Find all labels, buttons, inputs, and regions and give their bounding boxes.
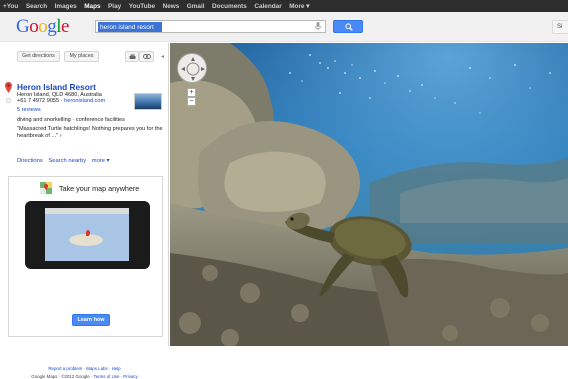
collapse-panel-icon[interactable]: ◂	[161, 53, 164, 60]
radio-circle-icon[interactable]	[6, 98, 11, 103]
google-logo[interactable]: Google	[16, 16, 69, 38]
phone-screen	[45, 208, 129, 261]
topbar-item-you[interactable]: +You	[3, 3, 18, 10]
mobile-promo-box: Take your map anywhere Learn how	[8, 176, 163, 337]
topbar-item-play[interactable]: Play	[108, 3, 121, 10]
search-button[interactable]	[333, 20, 363, 33]
get-directions-button[interactable]: Get directions	[17, 51, 60, 62]
footer-copyright: Google Maps · ©2012 Google · Terms of Us…	[0, 374, 169, 379]
place-categories: diving and snorkelling · conference faci…	[17, 117, 125, 123]
topbar-item-more[interactable]: More ▾	[289, 2, 309, 10]
pan-control[interactable]	[177, 53, 207, 83]
my-places-button[interactable]: My places	[64, 51, 99, 62]
phone-map-marker-icon	[86, 230, 90, 236]
maps-app-icon	[40, 182, 52, 194]
topbar-item-news[interactable]: News	[163, 3, 180, 10]
street-view-scene[interactable]	[170, 43, 568, 346]
underwater-street-view[interactable]: + −	[170, 43, 568, 346]
terms-privacy-links[interactable]: Terms of Use · Privacy	[94, 374, 138, 379]
compass-arrows-icon	[181, 57, 205, 81]
search-nearby-link[interactable]: Search nearby	[48, 158, 86, 164]
topbar-item-gmail[interactable]: Gmail	[187, 3, 205, 10]
search-icon	[345, 23, 353, 31]
topbar-item-maps[interactable]: Maps	[84, 3, 100, 10]
zoom-in-button[interactable]: +	[187, 88, 196, 97]
topbar-item-search[interactable]: Search	[26, 3, 47, 10]
reviews-link[interactable]: 5 reviews	[17, 107, 41, 113]
zoom-out-button[interactable]: −	[187, 97, 196, 106]
search-box	[95, 20, 326, 33]
place-phone: +61 7 4972 9055	[17, 98, 60, 104]
printer-icon	[129, 53, 135, 59]
footer-links[interactable]: Report a problem · Maps Labs · Help	[0, 366, 169, 371]
link-icon	[142, 54, 151, 59]
print-button[interactable]	[125, 51, 139, 62]
left-panel: Get directions My places ◂ Heron Island …	[0, 43, 169, 379]
promo-title: Take your map anywhere	[59, 184, 140, 193]
header: Google Si	[0, 12, 568, 42]
phone-map	[45, 214, 129, 261]
place-title[interactable]: Heron Island Resort	[17, 82, 96, 92]
sign-in-button[interactable]: Si	[552, 20, 568, 34]
place-actions: Directions Search nearby more ▾	[17, 158, 113, 164]
place-contact: +61 7 4972 9055 · heronisland.com	[17, 98, 105, 104]
review-snippet[interactable]: "Massacred Turtle hatchlings! Nothing pr…	[17, 126, 167, 140]
link-button[interactable]	[139, 51, 154, 62]
copyright-text: Google Maps · ©2012 Google ·	[31, 374, 94, 379]
place-website-link[interactable]: heronisland.com	[64, 98, 105, 104]
topbar-item-documents[interactable]: Documents	[212, 3, 247, 10]
topbar-item-youtube[interactable]: YouTube	[129, 3, 155, 10]
topbar-item-calendar[interactable]: Calendar	[254, 3, 281, 10]
topbar-item-images[interactable]: Images	[55, 3, 77, 10]
learn-how-button[interactable]: Learn how	[72, 314, 110, 326]
microphone-icon[interactable]	[315, 22, 321, 31]
search-input[interactable]	[98, 22, 162, 32]
red-marker-icon[interactable]	[5, 82, 12, 93]
android-phone-image	[25, 201, 150, 269]
place-photo-thumbnail[interactable]	[134, 93, 162, 110]
more-link[interactable]: more ▾	[92, 158, 110, 164]
google-top-bar: +You Search Images Maps Play YouTube New…	[0, 0, 568, 12]
directions-link[interactable]: Directions	[17, 158, 43, 164]
